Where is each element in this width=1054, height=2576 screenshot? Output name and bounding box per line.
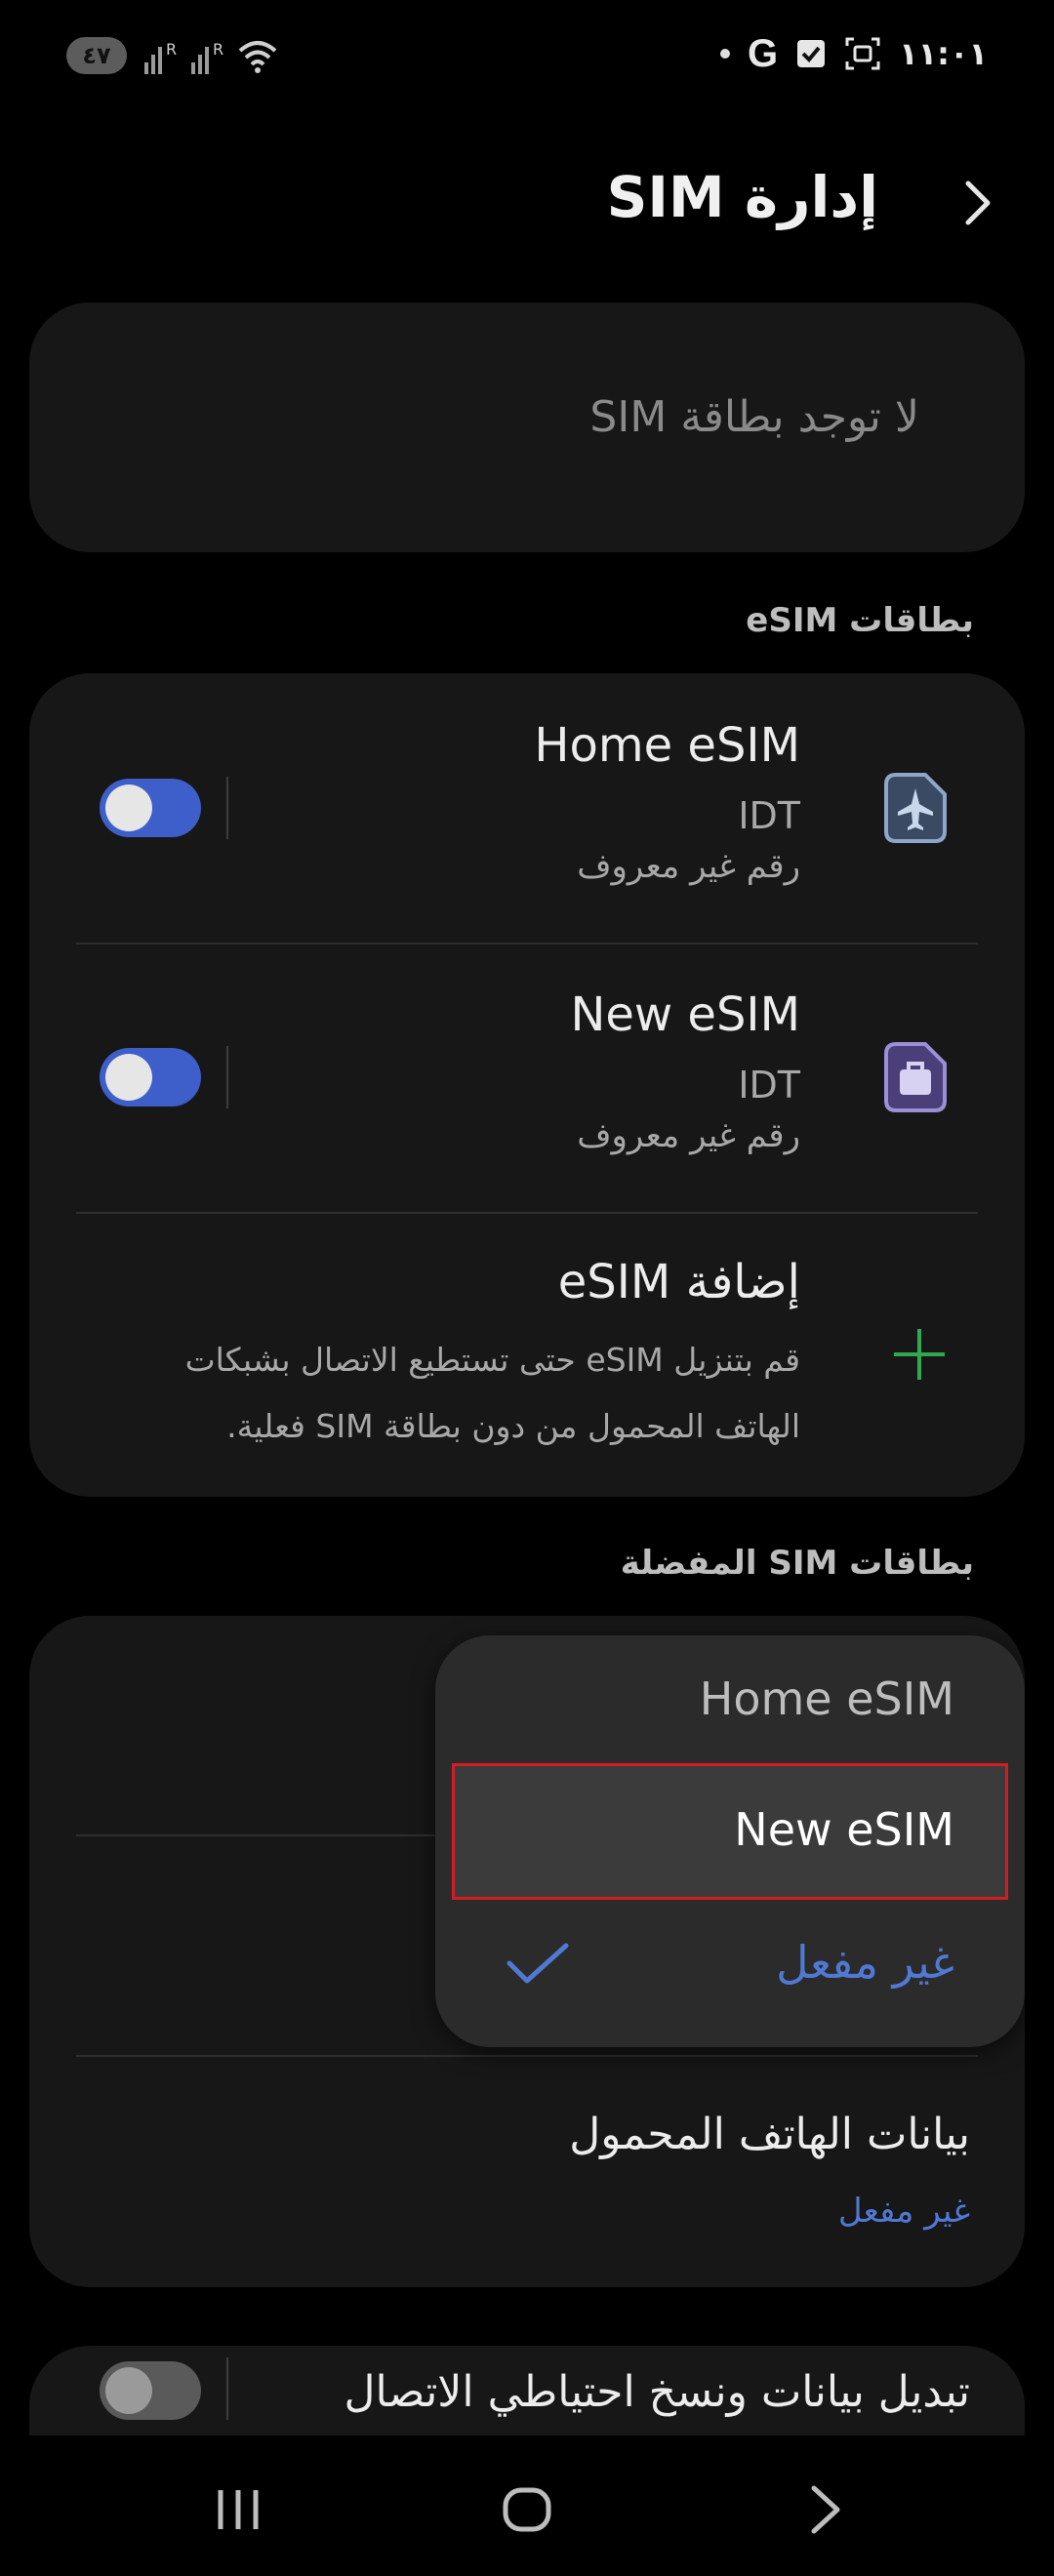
- svg-text:R: R: [213, 40, 223, 59]
- navigation-bar: [0, 2435, 1054, 2576]
- backup-title[interactable]: تبديل بيانات ونسخ احتياطي الاتصال: [345, 2367, 970, 2417]
- add-esim-title: إضافة eSIM: [557, 1255, 800, 1309]
- signal-r-icon: R: [191, 40, 223, 74]
- airplane-sim-icon: [884, 773, 947, 843]
- option-label: New eSIM: [734, 1803, 954, 1856]
- app-header: إدارة SIM: [0, 146, 1054, 263]
- physical-sim-card: لا توجد بطاقة SIM: [29, 302, 1025, 552]
- google-g-icon: G: [747, 31, 779, 75]
- plus-icon: [894, 1329, 945, 1380]
- dropdown-option-new-esim[interactable]: New eSIM: [452, 1763, 1008, 1900]
- svg-text:R: R: [166, 40, 177, 59]
- page-title: إدارة SIM: [606, 164, 878, 230]
- esim-name: Home eSIM: [534, 718, 800, 773]
- divider: [226, 1046, 228, 1108]
- no-sim-text: لا توجد بطاقة SIM: [589, 392, 919, 442]
- sim-select-dropdown: Home eSIM New eSIM غير مفعل: [435, 1635, 1025, 2047]
- briefcase-sim-icon: [884, 1042, 947, 1112]
- toggle-knob: [105, 2367, 152, 2414]
- preferred-section-label: بطاقات SIM المفضلة: [620, 1544, 974, 1583]
- home-icon[interactable]: [488, 2471, 566, 2549]
- signal-r-icon: R: [144, 40, 177, 74]
- toggle-knob: [105, 1054, 152, 1101]
- mobile-data-value: غير مفعل: [837, 2192, 970, 2231]
- add-esim-row[interactable]: إضافة eSIM قم بتنزيل eSIM حتى تستطيع الا…: [29, 1212, 1025, 1497]
- clock: ١١:٠١: [899, 35, 988, 72]
- esim-row-home[interactable]: Home eSIM IDT رقم غير معروف: [29, 673, 1025, 943]
- backup-toggle[interactable]: [100, 2361, 201, 2420]
- add-esim-description: قم بتنزيل eSIM حتى تستطيع الاتصال بشبكات…: [184, 1341, 800, 1445]
- esim-carrier: IDT: [738, 1064, 800, 1107]
- esim-number: رقم غير معروف: [577, 847, 800, 886]
- recent-apps-icon[interactable]: [199, 2471, 277, 2549]
- esim-card: Home eSIM IDT رقم غير معروف New eSIM IDT…: [29, 673, 1025, 1497]
- esim-toggle[interactable]: [100, 1048, 201, 1107]
- wifi-icon: [238, 41, 277, 73]
- signal-icons: R R: [142, 33, 279, 76]
- dropdown-option-disabled[interactable]: غير مفعل: [455, 1899, 1005, 2030]
- option-label: Home eSIM: [699, 1672, 954, 1725]
- status-right: G ١١:٠١: [719, 29, 988, 78]
- toggle-knob: [105, 785, 152, 831]
- back-icon[interactable]: [787, 2471, 865, 2549]
- check-icon: [507, 1943, 569, 1984]
- dot-icon: [719, 49, 730, 59]
- status-bar: ٤٧ R R G ١١:٠١: [0, 0, 1054, 107]
- esim-number: رقم غير معروف: [577, 1116, 800, 1155]
- mobile-data-title[interactable]: بيانات الهاتف المحمول: [569, 2110, 970, 2159]
- esim-carrier: IDT: [738, 794, 800, 837]
- esim-row-new[interactable]: New eSIM IDT رقم غير معروف: [29, 943, 1025, 1212]
- esim-name: New eSIM: [570, 987, 800, 1042]
- dropdown-option-home-esim[interactable]: Home eSIM: [455, 1635, 1005, 1766]
- esim-section-label: بطاقات eSIM: [746, 601, 974, 640]
- battery-indicator: ٤٧: [66, 37, 127, 74]
- chevron-icon[interactable]: [951, 176, 1005, 230]
- divider: [226, 777, 228, 839]
- check-box-icon: [797, 40, 826, 67]
- esim-toggle[interactable]: [100, 779, 201, 837]
- screenshot-icon: [845, 37, 880, 70]
- divider: [76, 2055, 978, 2057]
- divider: [226, 2357, 228, 2420]
- option-label: غير مفعل: [776, 1936, 954, 1989]
